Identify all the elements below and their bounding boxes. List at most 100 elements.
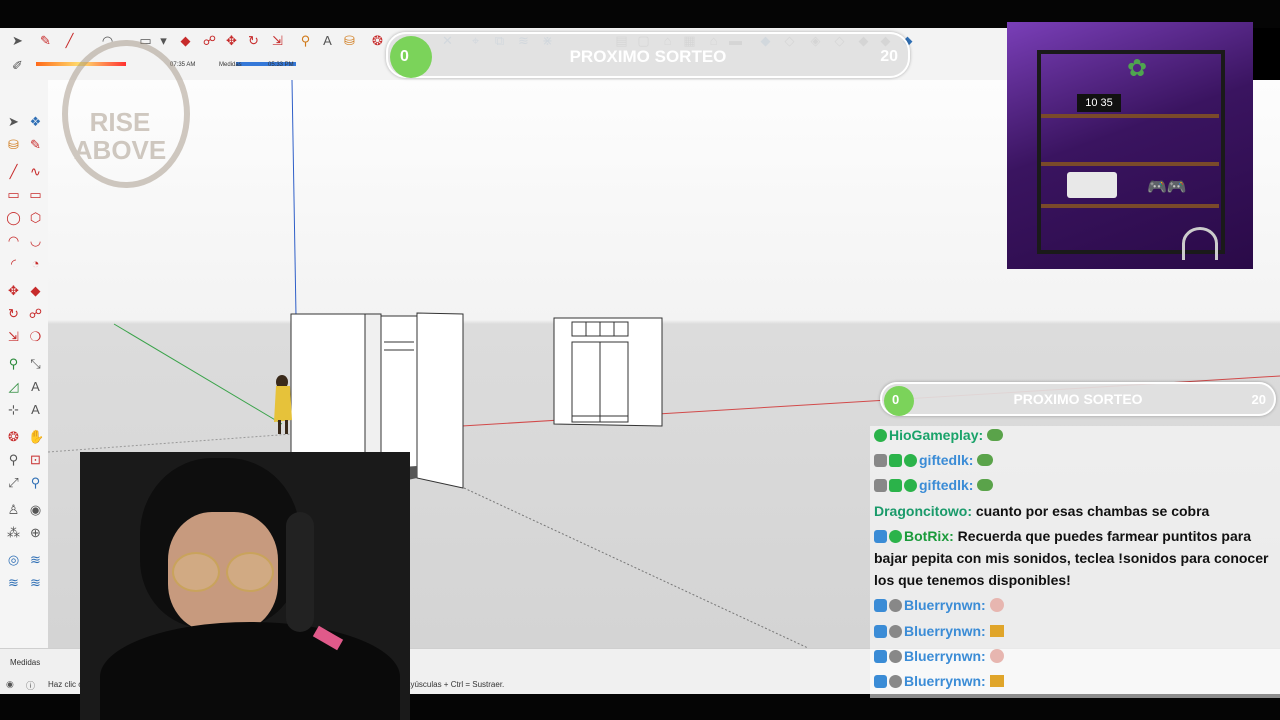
rotate-tool-icon[interactable]: ↻ [246, 33, 261, 48]
chat-username: giftedlk: [919, 477, 974, 493]
stream-chat: HioGameplay: giftedlk: giftedlk: Dragonc… [870, 426, 1280, 698]
rotated-rectangle-icon[interactable]: ▭ [28, 187, 43, 202]
shelf-plank-3 [1041, 204, 1219, 208]
cone-emote-icon [989, 625, 1004, 637]
sub-badge-icon [889, 625, 902, 638]
measurements-label: Medidas [10, 658, 41, 667]
eraser-small-icon[interactable]: ✐ [10, 58, 25, 73]
axes-icon[interactable]: ⊹ [6, 402, 21, 417]
arc3-icon[interactable]: ◜ [6, 256, 21, 271]
select-tool-icon[interactable]: ➤ [10, 33, 25, 48]
tape-icon[interactable]: ⚲ [6, 356, 21, 371]
status-hint-right: ayúsculas + Ctrl = Sustraer. [406, 680, 505, 689]
giveaway-goal: 20 [880, 48, 898, 65]
dimension-icon[interactable]: ⤡ [28, 356, 43, 371]
zoom-extents-left-icon[interactable]: ⤢ [6, 475, 21, 490]
scale-tool-icon[interactable]: ⇲ [270, 33, 285, 48]
text-tool-icon[interactable]: A [320, 33, 335, 48]
bot-badge-icon [874, 650, 887, 663]
measure-short-label: Medidas [219, 62, 242, 68]
push-pull-icon[interactable]: ◆ [28, 283, 43, 298]
frog-emote-icon [977, 454, 994, 466]
shelf-clock: 10 35 [1077, 94, 1121, 112]
warehouse-left-icon[interactable]: ◎ [6, 552, 21, 567]
verified-badge-icon [874, 429, 887, 442]
verified-badge-icon [904, 454, 917, 467]
orbit-icon[interactable]: ❂ [6, 429, 21, 444]
geo-icon[interactable]: ◉ [6, 679, 14, 690]
line-icon[interactable]: ╱ [6, 164, 21, 179]
walk-icon[interactable]: ⁂ [6, 525, 21, 540]
chat-message: HioGameplay: [874, 424, 1004, 446]
3d-text-icon[interactable]: A [28, 402, 43, 417]
polygon-icon[interactable]: ⬡ [28, 210, 43, 225]
time-end-label: 05:33 PM [268, 62, 294, 68]
closet1-right-door[interactable] [416, 312, 464, 489]
position-camera-icon[interactable]: ♙ [6, 502, 21, 517]
controllers-icon: 🎮🎮 [1147, 179, 1187, 196]
circle-icon[interactable]: ◯ [6, 210, 21, 225]
section-icon[interactable]: ⊕ [28, 525, 43, 540]
blue-axis [291, 80, 297, 317]
move-icon[interactable]: ✥ [6, 283, 21, 298]
pencil-tool-icon[interactable]: ╱ [62, 33, 77, 48]
rectangle-icon[interactable]: ▭ [6, 187, 21, 202]
shelf-clock-hour: 10 [1085, 97, 1098, 109]
left-toolbar: ➤ ❖ ⛁ ✎ ╱ ∿ ▭ ▭ ◯ ⬡ ◠ ◡ ◜ ◔ ✥ ◆ ↻ ☍ ⇲ ❍ … [0, 80, 49, 648]
chat-message: giftedlk: [874, 474, 994, 496]
pan-icon[interactable]: ✋ [28, 429, 44, 444]
chat-username: Bluerrynwn: [904, 648, 986, 664]
layout-icon[interactable]: ≋ [6, 575, 21, 590]
styles-left-icon[interactable]: ≋ [28, 575, 43, 590]
sub-badge-icon [889, 599, 902, 612]
scale-figure-leg-left [278, 420, 281, 434]
look-around-icon[interactable]: ◉ [28, 502, 43, 517]
arc2-icon[interactable]: ◡ [28, 233, 43, 248]
component-icon[interactable]: ❖ [28, 114, 43, 129]
pie-icon[interactable]: ◔ [28, 256, 43, 271]
tape-measure-icon[interactable]: ⚲ [298, 33, 313, 48]
follow-me-icon[interactable]: ☍ [28, 306, 43, 321]
follow-me-tool-icon[interactable]: ☍ [202, 33, 217, 48]
glasses-left-lens [172, 552, 220, 592]
info-icon[interactable]: ⓘ [26, 679, 35, 692]
chat-message: Bluerrynwn: [874, 670, 1004, 692]
text-icon[interactable]: A [28, 379, 43, 394]
sub-badge-icon [889, 675, 902, 688]
shelf-plank-2 [1041, 162, 1219, 166]
paint-icon[interactable]: ⛁ [6, 137, 21, 152]
extension-icon[interactable]: ≋ [28, 552, 43, 567]
chat-message: Bluerrynwn: [874, 620, 1004, 642]
status-hint-left: Haz clic o [48, 680, 83, 689]
webcam-shirt [100, 622, 400, 720]
rotate-icon[interactable]: ↻ [6, 306, 21, 321]
chat-username: HioGameplay: [889, 427, 984, 443]
orbit-tool-icon[interactable]: ❂ [370, 33, 385, 48]
chat-text: cuanto por esas chambas se cobra [975, 503, 1210, 519]
chat-username: Bluerrynwn: [904, 673, 986, 689]
move-tool-icon[interactable]: ✥ [224, 33, 239, 48]
chat-message: Dragoncitowo: cuanto por esas chambas se… [874, 500, 1274, 522]
arc-icon[interactable]: ◠ [6, 233, 21, 248]
protractor-icon[interactable]: ◿ [6, 379, 21, 394]
chat-username: Dragoncitowo: [874, 503, 972, 519]
giveaway-title: PROXIMO SORTEO [569, 47, 727, 66]
scale-figure-body [274, 386, 292, 422]
console-icon [1067, 172, 1117, 198]
frog-emote-icon [987, 429, 1004, 441]
gift-badge-icon [889, 454, 902, 467]
chat-message: Bluerrynwn: [874, 645, 1004, 667]
mod-badge-icon [874, 479, 887, 492]
zoom-window-icon[interactable]: ⊡ [28, 452, 43, 467]
offset-icon[interactable]: ❍ [28, 329, 43, 344]
select-icon[interactable]: ➤ [6, 114, 21, 129]
chat-message: BotRix: Recuerda que puedes farmear punt… [874, 525, 1274, 591]
eraser-tool-icon[interactable]: ✎ [38, 33, 53, 48]
scale-icon[interactable]: ⇲ [6, 329, 21, 344]
eraser-icon[interactable]: ✎ [28, 137, 43, 152]
freehand-icon[interactable]: ∿ [28, 164, 43, 179]
push-pull-tool-icon[interactable]: ◆ [178, 33, 193, 48]
paint-bucket-icon[interactable]: ⛁ [342, 33, 357, 48]
zoom-icon[interactable]: ⚲ [6, 452, 21, 467]
previous-view-icon[interactable]: ⚲ [28, 475, 43, 490]
